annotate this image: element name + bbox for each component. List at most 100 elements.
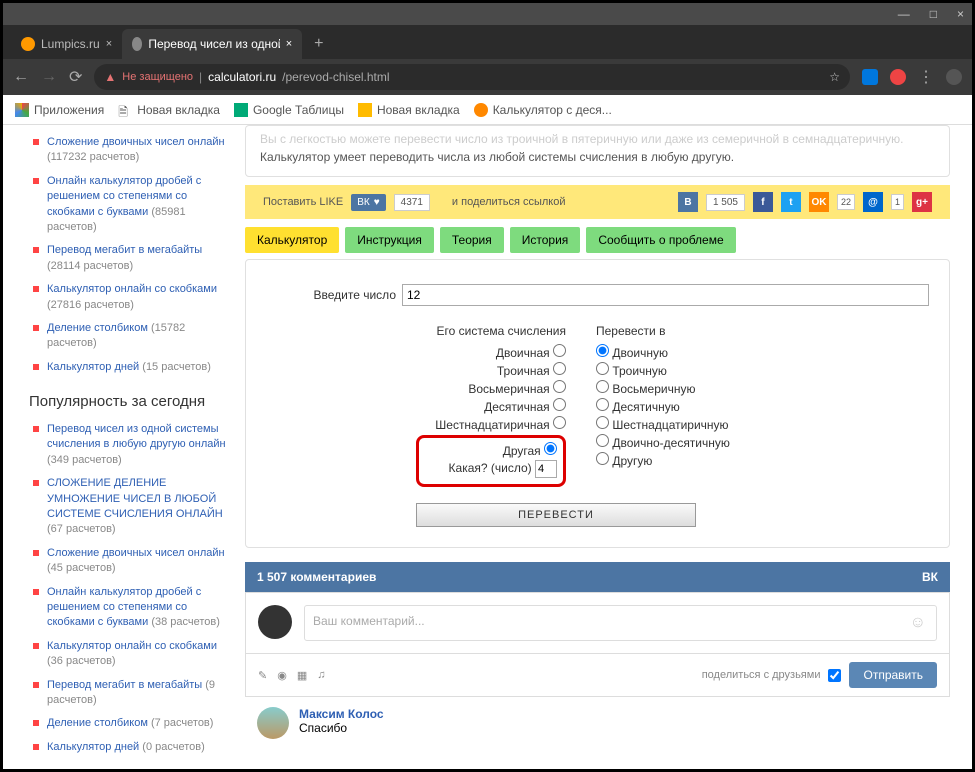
fb-share[interactable]: f [753, 192, 773, 212]
like-label: Поставить LIKE [263, 196, 343, 208]
which-label: Какая? (число) [449, 461, 532, 475]
to-radio[interactable] [596, 380, 609, 393]
to-radio[interactable] [596, 362, 609, 375]
tabstrip: Lumpics.ru × Перевод чисел из одной сист… [3, 25, 972, 59]
to-radio[interactable] [596, 452, 609, 465]
number-input[interactable] [402, 284, 929, 306]
to-radio[interactable] [596, 398, 609, 411]
sidebar-item[interactable]: Калькулятор онлайн со скобками (36 расче… [33, 639, 235, 670]
sidebar-item[interactable]: Онлайн калькулятор дробей с решением со … [33, 585, 235, 631]
to-head: Перевести в [596, 324, 730, 338]
sidebar-item[interactable]: Деление столбиком (15782 расчетов) [33, 321, 235, 352]
convert-button[interactable]: ПЕРЕВЕСТИ [416, 503, 696, 527]
bookmark-item[interactable]: 🗎Новая вкладка [118, 103, 220, 117]
close-icon[interactable]: × [106, 38, 112, 50]
tab-nav: Калькулятор Инструкция Теория История Со… [245, 227, 950, 253]
doc-icon: 🗎 [118, 103, 132, 117]
bookmark-item[interactable]: Калькулятор с деся... [474, 103, 612, 117]
max-btn[interactable]: □ [930, 7, 937, 21]
apps-btn[interactable]: Приложения [15, 103, 104, 117]
ok-share[interactable]: OK [809, 192, 829, 212]
comments-header: 1 507 комментариев ВК [245, 562, 950, 592]
tab-label: Lumpics.ru [41, 37, 100, 51]
vk-like-btn[interactable]: ВК♥ [351, 194, 385, 211]
from-other-radio[interactable] [544, 442, 557, 455]
sidebar-item[interactable]: Калькулятор дней (0 расчетов) [33, 740, 235, 755]
url-path: /perevod-chisel.html [282, 70, 389, 84]
tab-report[interactable]: Сообщить о проблеме [586, 227, 735, 253]
sidebar-item[interactable]: Калькулятор онлайн со скобками (27816 ра… [33, 282, 235, 313]
avatar-icon[interactable] [946, 69, 962, 85]
avatar [257, 707, 289, 739]
reload-btn[interactable]: ⟳ [69, 67, 82, 87]
from-head: Его система счисления [416, 324, 566, 338]
bullet-icon [33, 247, 39, 253]
bullet-icon [33, 426, 39, 432]
to-radio[interactable] [596, 344, 609, 357]
emoji-icon[interactable]: ☺ [910, 614, 926, 632]
from-radio[interactable] [553, 344, 566, 357]
share-checkbox[interactable] [828, 669, 841, 682]
star-icon[interactable]: ☆ [829, 70, 840, 84]
share-label: и поделиться ссылкой [452, 196, 566, 208]
tab-theory[interactable]: Теория [440, 227, 504, 253]
which-input[interactable] [535, 460, 557, 478]
close-btn[interactable]: × [957, 7, 964, 21]
to-radio[interactable] [596, 434, 609, 447]
forward-btn[interactable]: → [41, 68, 57, 86]
tab-calculator[interactable]: Калькулятор [245, 227, 339, 253]
tw-share[interactable]: t [781, 192, 801, 212]
grid-icon [15, 103, 29, 117]
from-radio[interactable] [553, 398, 566, 411]
sidebar-item[interactable]: Деление столбиком (7 расчетов) [33, 716, 235, 731]
bullet-icon [33, 480, 39, 486]
sidebar-item[interactable]: Перевод мегабит в мегабайты (9 расчетов) [33, 678, 235, 709]
sidebar-item[interactable]: Сложение двоичных чисел онлайн (117232 р… [33, 135, 235, 166]
tab-lumpics[interactable]: Lumpics.ru × [11, 29, 122, 59]
sheet-icon [234, 103, 248, 117]
sidebar-item[interactable]: Калькулятор дней (15 расчетов) [33, 360, 235, 375]
send-button[interactable]: Отправить [849, 662, 937, 688]
audio-icon[interactable]: ♫ [317, 669, 325, 682]
from-radio[interactable] [553, 416, 566, 429]
comment-author[interactable]: Максим Колос [299, 707, 384, 721]
tab-instruction[interactable]: Инструкция [345, 227, 434, 253]
like-bar: Поставить LIKE ВК♥ 4371 и поделиться ссы… [245, 185, 950, 219]
bullet-icon [33, 139, 39, 145]
url-input[interactable]: ▲ Не защищено | calculatori.ru/perevod-c… [94, 64, 850, 90]
mail-share[interactable]: @ [863, 192, 883, 212]
ext-icon[interactable] [890, 69, 906, 85]
tab-calculator[interactable]: Перевод чисел из одной систе... × [122, 29, 302, 59]
attach-icon[interactable]: ✎ [258, 669, 267, 682]
tab-history[interactable]: История [510, 227, 581, 253]
bullet-icon [33, 720, 39, 726]
photo-icon[interactable]: ◉ [277, 669, 287, 682]
to-radio[interactable] [596, 416, 609, 429]
back-btn[interactable]: ← [13, 68, 29, 86]
close-icon[interactable]: × [286, 38, 292, 50]
min-btn[interactable]: — [898, 7, 910, 21]
intro-line: Вы с легкостью можете перевести число из… [260, 132, 935, 146]
sidebar: Сложение двоичных чисел онлайн (117232 р… [3, 125, 245, 766]
ext-icon[interactable] [862, 69, 878, 85]
from-radio[interactable] [553, 380, 566, 393]
comment-input[interactable]: Ваш комментарий... ☺ [304, 605, 937, 641]
doc-icon [358, 103, 372, 117]
sidebar-item[interactable]: СЛОЖЕНИЕ ДЕЛЕНИЕ УМНОЖЕНИЕ ЧИСЕЛ В ЛЮБОЙ… [33, 476, 235, 538]
enter-label: Введите число [266, 288, 396, 302]
bookmark-item[interactable]: Google Таблицы [234, 103, 344, 117]
gplus-share[interactable]: g+ [912, 192, 932, 212]
vk-icon[interactable]: ВК [922, 570, 938, 584]
video-icon[interactable]: ▦ [297, 669, 307, 682]
sidebar-item[interactable]: Перевод чисел из одной системы счисления… [33, 422, 235, 468]
titlebar: — □ × [3, 3, 972, 25]
new-tab-btn[interactable]: + [302, 29, 335, 59]
sidebar-heading: Популярность за сегодня [29, 393, 235, 410]
from-radio[interactable] [553, 362, 566, 375]
bookmark-item[interactable]: Новая вкладка [358, 103, 460, 117]
sidebar-item[interactable]: Сложение двоичных чисел онлайн (45 расче… [33, 546, 235, 577]
menu-icon[interactable]: ⋮ [918, 67, 934, 87]
sidebar-item[interactable]: Онлайн калькулятор дробей с решением со … [33, 174, 235, 236]
vk-share[interactable]: В [678, 192, 698, 212]
sidebar-item[interactable]: Перевод мегабит в мегабайты (28114 расче… [33, 243, 235, 274]
